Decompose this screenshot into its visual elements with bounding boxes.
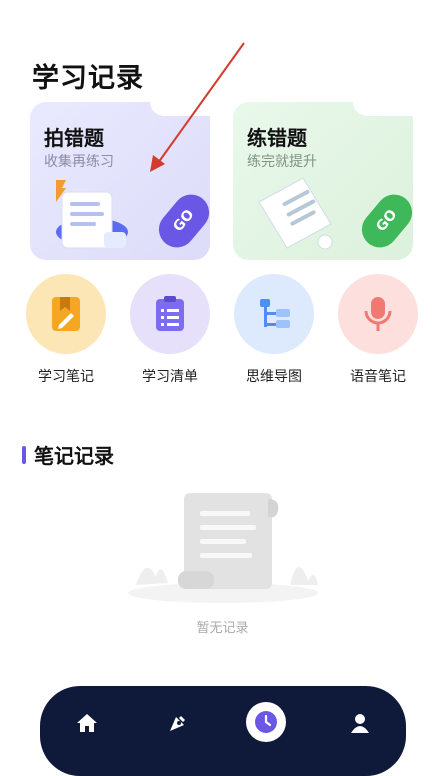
home-icon[interactable] <box>74 710 100 736</box>
go-label: GO <box>373 206 401 236</box>
document-scan-icon <box>56 180 128 249</box>
pen-icon[interactable] <box>165 710 191 736</box>
quick-action-mindmap[interactable]: 思维导图 <box>232 274 316 386</box>
practice-mistakes-subtitle: 练完就提升 <box>247 154 317 170</box>
quick-action-label: 学习笔记 <box>38 369 94 385</box>
user-icon[interactable] <box>347 710 373 736</box>
microphone-icon <box>338 274 418 354</box>
capture-mistakes-card[interactable]: 拍错题 收集再练习 GO <box>30 102 210 260</box>
capture-mistakes-subtitle: 收集再练习 <box>44 154 114 170</box>
bottom-nav <box>40 686 406 776</box>
practice-mistakes-card[interactable]: 练错题 练完就提升 GO <box>233 102 413 260</box>
empty-state-text: 暂无记录 <box>196 621 249 636</box>
go-label: GO <box>170 206 198 236</box>
capture-mistakes-title: 拍错题 <box>44 126 104 150</box>
checklist-icon <box>130 274 210 354</box>
quick-action-label: 学习清单 <box>142 369 198 385</box>
clock-icon[interactable] <box>246 702 286 742</box>
mindmap-icon <box>234 274 314 354</box>
empty-scroll-illustration <box>128 493 318 603</box>
scroll-paper-icon <box>258 177 333 250</box>
practice-go-button[interactable]: GO <box>354 187 413 255</box>
quick-action-checklist[interactable]: 学习清单 <box>128 274 212 386</box>
card-tab-notch <box>353 102 413 116</box>
quick-action-voice[interactable]: 语音笔记 <box>336 274 420 386</box>
capture-go-button[interactable]: GO <box>151 187 210 255</box>
quick-action-notes[interactable]: 学习笔记 <box>24 274 108 386</box>
notebook-icon <box>26 274 106 354</box>
notes-section-header: 笔记记录 <box>22 440 114 469</box>
quick-action-label: 语音笔记 <box>350 369 406 385</box>
page-title: 学习记录 <box>32 63 144 94</box>
notes-section-title: 笔记记录 <box>34 444 114 468</box>
section-accent-bar <box>22 445 26 464</box>
practice-mistakes-title: 练错题 <box>247 126 307 150</box>
card-tab-notch <box>150 102 210 116</box>
quick-action-label: 思维导图 <box>246 369 302 385</box>
